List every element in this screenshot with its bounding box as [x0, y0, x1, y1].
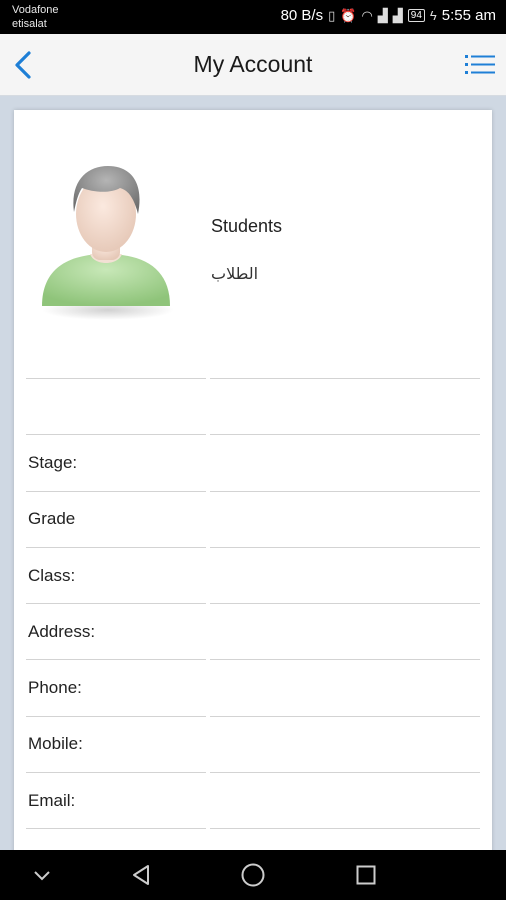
info-value: [210, 378, 480, 434]
page-title: My Account: [193, 51, 313, 77]
info-row-address: Address:: [26, 603, 480, 659]
list-menu-icon: [465, 55, 495, 74]
menu-button[interactable]: [464, 52, 496, 78]
nav-hide-button[interactable]: [29, 862, 55, 888]
system-nav-bar: [0, 850, 506, 900]
info-row-email: Email:: [26, 772, 480, 828]
carrier-2: etisalat: [12, 18, 47, 30]
phone-label: Phone:: [26, 659, 206, 715]
square-recents-icon: [356, 865, 376, 885]
nav-recents-button[interactable]: [353, 862, 379, 888]
avatar: [36, 158, 176, 323]
circle-home-icon: [241, 863, 265, 887]
mobile-label: Mobile:: [26, 715, 206, 772]
address-label: Address:: [26, 603, 206, 659]
app-header: My Account: [0, 34, 506, 96]
clock: 5:55 am: [441, 7, 496, 24]
info-row-mobile: Mobile:: [26, 715, 480, 772]
chevron-down-icon: [34, 871, 50, 881]
battery-icon: 94: [407, 9, 425, 22]
profile-name-en: Students: [211, 216, 283, 236]
carrier-info: Vodafone etisalat: [12, 3, 59, 31]
class-value: [210, 546, 480, 603]
grade-label: Grade: [26, 490, 206, 547]
charging-icon: ϟ: [429, 8, 437, 23]
info-row-grade: Grade: [26, 490, 480, 547]
wifi-icon: ◠: [361, 7, 373, 23]
info-label: [26, 378, 206, 434]
nav-back-button[interactable]: [128, 862, 154, 888]
profile-name-ar: الطلاب: [211, 266, 259, 283]
alarm-icon: ⏰: [340, 7, 357, 23]
stage-value: [210, 434, 480, 490]
vibrate-icon: ▯: [328, 7, 336, 23]
carrier-1: Vodafone: [12, 4, 59, 16]
nav-home-button[interactable]: [240, 862, 266, 888]
signal-2-icon: ▟: [392, 7, 403, 23]
signal-icon: ▟: [377, 7, 388, 23]
status-indicators: 80 B/s ▯ ⏰ ◠ ▟ ▟ 94 ϟ 5:55 am: [281, 7, 496, 24]
mobile-value: [210, 715, 480, 772]
email-label: Email:: [26, 772, 206, 828]
phone-value: [210, 659, 480, 715]
account-card: Students الطلاب Stage: Grade Class: Addr…: [14, 110, 492, 886]
class-label: Class:: [26, 546, 206, 603]
info-row-stage: Stage:: [26, 434, 480, 490]
user-avatar-icon: [42, 166, 174, 320]
net-speed: 80 B/s: [280, 7, 324, 24]
grade-value: [210, 490, 480, 547]
info-row: [26, 378, 480, 434]
stage-label: Stage:: [26, 434, 206, 490]
info-row-phone: Phone:: [26, 659, 480, 715]
triangle-back-icon: [133, 865, 149, 885]
address-value: [210, 603, 480, 659]
info-row-class: Class:: [26, 546, 480, 603]
email-value: [210, 772, 480, 828]
account-info-table: Stage: Grade Class: Address: Phone: Mobi…: [26, 378, 480, 900]
status-bar: Vodafone etisalat 80 B/s ▯ ⏰ ◠ ▟ ▟ 94 ϟ …: [0, 0, 506, 34]
